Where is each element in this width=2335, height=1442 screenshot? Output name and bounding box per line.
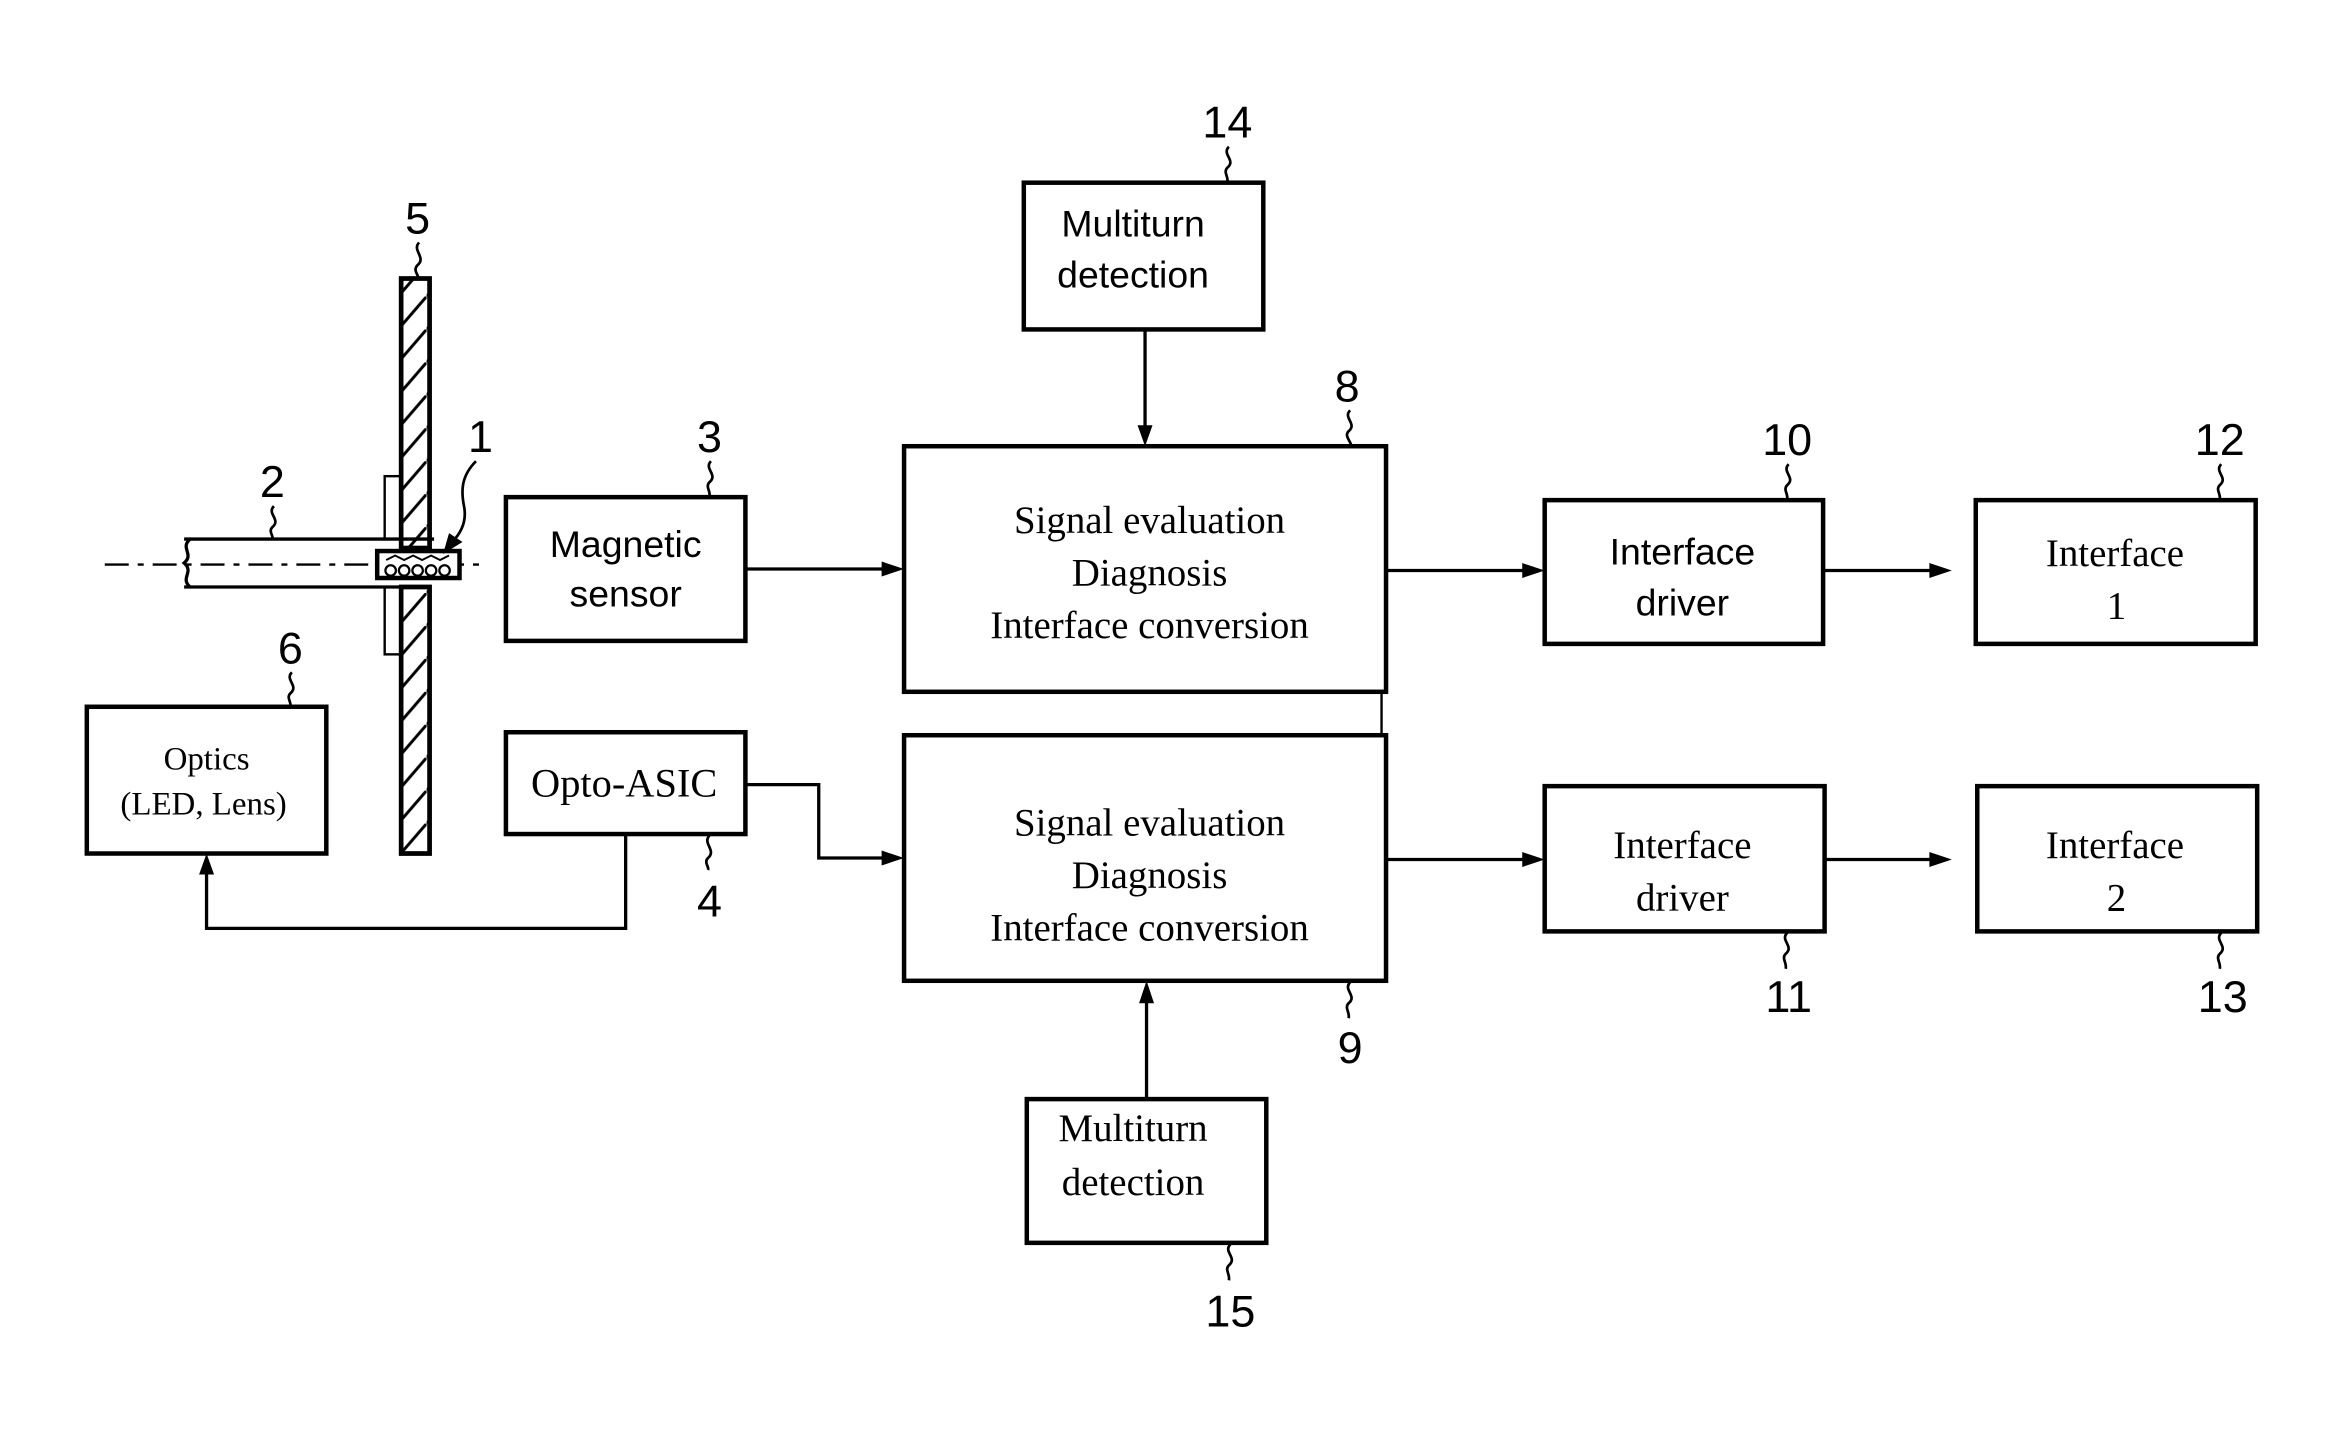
interface-2-line2: 2 bbox=[2107, 876, 2126, 919]
signal-eval-2-line2: Diagnosis bbox=[1072, 854, 1228, 897]
arrowhead-interface-2 bbox=[1929, 852, 1952, 867]
optics-label-line2: (LED, Lens) bbox=[120, 787, 286, 823]
ref-label-6: 6 bbox=[278, 622, 303, 673]
leader-6 bbox=[287, 671, 295, 708]
ref-label-15: 15 bbox=[1205, 1286, 1255, 1337]
arrowhead-driver-2 bbox=[1522, 852, 1545, 867]
signal-eval-1-line3: Interface conversion bbox=[990, 604, 1309, 647]
interface-driver-2-line2: driver bbox=[1636, 876, 1729, 919]
multiturn-detection-block-bottom: Multiturn detection bbox=[1024, 1096, 1269, 1246]
multiturn-bottom-label-line1: Multiturn bbox=[1059, 1107, 1208, 1150]
interface-block-2: Interface 2 bbox=[1975, 783, 2260, 934]
leader-13 bbox=[2216, 931, 2225, 970]
interface-driver-block-1: Interface driver bbox=[1542, 497, 1826, 647]
encoder-block-diagram: 5 2 1 Optics (LED, Lens) 6 Magnetic sens… bbox=[84, 97, 2260, 1337]
ref-label-1: 1 bbox=[468, 411, 493, 462]
leader-2 bbox=[269, 505, 277, 540]
interface-driver-1-line2: driver bbox=[1636, 581, 1730, 623]
magnetic-sensor-block: Magnetic sensor bbox=[503, 494, 748, 644]
ref-label-12: 12 bbox=[2195, 414, 2245, 465]
signal-eval-1-line2: Diagnosis bbox=[1072, 551, 1228, 594]
leader-12 bbox=[2216, 463, 2225, 501]
magnetic-sensor-label-line1: Magnetic bbox=[550, 523, 702, 565]
optics-label-line1: Optics bbox=[164, 742, 250, 778]
ref-label-10: 10 bbox=[1762, 414, 1812, 465]
ref-label-2: 2 bbox=[260, 456, 285, 507]
leader-3 bbox=[706, 460, 714, 498]
multiturn-top-label-line2: detection bbox=[1057, 253, 1209, 295]
opto-asic-block: Opto-ASIC bbox=[503, 729, 748, 837]
arrowhead-signal-eval-1-top bbox=[1137, 425, 1153, 447]
leader-9 bbox=[1345, 981, 1353, 1019]
leader-1 bbox=[451, 460, 477, 544]
ref-label-3: 3 bbox=[697, 411, 722, 462]
interface-driver-2-line1: Interface bbox=[1613, 824, 1751, 867]
leader-8 bbox=[1345, 409, 1353, 447]
magnet bbox=[374, 548, 462, 581]
interface-1-line2: 1 bbox=[2107, 584, 2126, 627]
leader-15 bbox=[1225, 1243, 1234, 1281]
interface-driver-1-line1: Interface bbox=[1610, 531, 1756, 573]
interface-block-1: Interface 1 bbox=[1973, 497, 2258, 647]
multiturn-bottom-label-line2: detection bbox=[1062, 1161, 1205, 1204]
ref-label-4: 4 bbox=[697, 875, 722, 926]
arrowhead-signal-eval-2-bottom bbox=[1139, 980, 1155, 1004]
multiturn-detection-block-top: Multiturn detection bbox=[1021, 180, 1266, 332]
signal-eval-2-line1: Signal evaluation bbox=[1014, 802, 1285, 845]
magnetic-sensor-label-line2: sensor bbox=[570, 572, 682, 614]
leader-14 bbox=[1224, 145, 1232, 184]
signal-evaluation-block-1: Signal evaluation Diagnosis Interface co… bbox=[901, 443, 1389, 695]
arrowhead-interface-1 bbox=[1929, 563, 1952, 578]
signal-evaluation-block-2: Signal evaluation Diagnosis Interface co… bbox=[901, 732, 1389, 984]
multiturn-top-label-line1: Multiturn bbox=[1061, 203, 1204, 245]
ref-label-13: 13 bbox=[2198, 971, 2248, 1022]
signal-eval-1-line1: Signal evaluation bbox=[1014, 499, 1285, 542]
ref-label-14: 14 bbox=[1202, 97, 1252, 148]
interface-driver-block-2: Interface driver bbox=[1542, 783, 1827, 934]
arrowhead-signal-eval-1-left bbox=[881, 561, 905, 577]
ref-label-11: 11 bbox=[1765, 971, 1812, 1022]
opto-asic-label: Opto-ASIC bbox=[531, 761, 717, 806]
optics-block: Optics (LED, Lens) bbox=[84, 704, 329, 856]
arrowhead-signal-eval-2-left bbox=[881, 850, 905, 866]
signal-eval-2-line3: Interface conversion bbox=[990, 906, 1309, 949]
ref-label-8: 8 bbox=[1335, 360, 1360, 411]
leader-10 bbox=[1784, 463, 1792, 501]
arrowhead-optics bbox=[199, 853, 215, 875]
interface-2-line1: Interface bbox=[2046, 824, 2184, 867]
arrowhead-driver-1 bbox=[1522, 563, 1545, 578]
connector-opto-asic-to-signal-eval-2 bbox=[745, 782, 887, 860]
interface-1-line1: Interface bbox=[2046, 532, 2184, 575]
ref-label-5: 5 bbox=[405, 193, 430, 244]
ref-label-9: 9 bbox=[1338, 1022, 1363, 1073]
leader-4 bbox=[704, 834, 713, 871]
leader-11 bbox=[1782, 931, 1790, 970]
leader-5 bbox=[414, 241, 422, 281]
